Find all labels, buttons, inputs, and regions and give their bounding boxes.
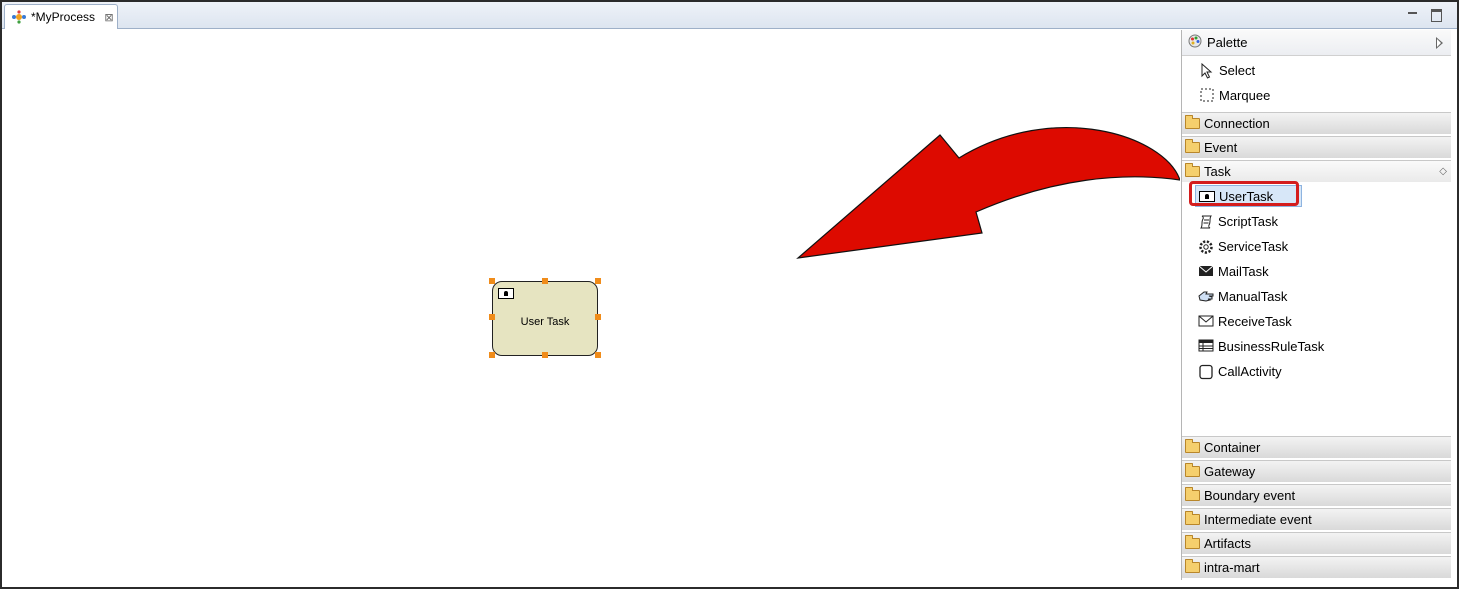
drawer-label: Connection bbox=[1204, 116, 1270, 131]
drawer-intra-mart[interactable]: intra-mart bbox=[1182, 556, 1451, 578]
entry-label: ServiceTask bbox=[1218, 238, 1289, 254]
mail-icon bbox=[1198, 264, 1214, 278]
minimize-icon[interactable] bbox=[1405, 7, 1419, 21]
pointer-icon bbox=[1200, 62, 1214, 79]
user-task-icon bbox=[498, 288, 514, 299]
close-icon[interactable]: ⊠ bbox=[103, 11, 115, 24]
gear-icon bbox=[1198, 239, 1214, 254]
marquee-icon bbox=[1200, 88, 1214, 102]
drawer-label: Container bbox=[1204, 440, 1261, 455]
editor-window: *MyProcess ⊠ User Task Palette Select Ma… bbox=[0, 0, 1459, 589]
drawer-intermediate-event[interactable]: Intermediate event bbox=[1182, 508, 1451, 530]
drawer-label: Intermediate event bbox=[1204, 512, 1312, 527]
diagram-canvas[interactable]: User Task bbox=[4, 30, 1180, 585]
drawer-gateway[interactable]: Gateway bbox=[1182, 460, 1451, 482]
drawer-artifacts[interactable]: Artifacts bbox=[1182, 532, 1451, 554]
palette-title: Palette bbox=[1207, 35, 1248, 50]
highlight-box bbox=[1189, 181, 1299, 206]
folder-open-icon bbox=[1185, 163, 1200, 177]
palette-icon bbox=[1188, 34, 1202, 51]
collapse-palette-icon[interactable] bbox=[1436, 37, 1443, 49]
user-task-label: User Task bbox=[520, 316, 570, 328]
selection-handle[interactable] bbox=[542, 352, 548, 358]
entry-servicetask[interactable]: ServiceTask bbox=[1198, 234, 1288, 258]
drawer-label: Artifacts bbox=[1204, 536, 1251, 551]
drawer-label: intra-mart bbox=[1204, 560, 1260, 575]
call-activity-icon bbox=[1198, 364, 1214, 380]
drawer-event[interactable]: Event bbox=[1182, 136, 1451, 158]
drawer-label: Boundary event bbox=[1204, 488, 1296, 503]
hand-icon bbox=[1198, 289, 1214, 303]
maximize-icon[interactable] bbox=[1429, 7, 1443, 21]
drawer-connection[interactable]: Connection bbox=[1182, 112, 1451, 134]
editor-tab-bar: *MyProcess ⊠ bbox=[2, 2, 1457, 29]
folder-icon bbox=[1185, 115, 1200, 129]
folder-icon bbox=[1185, 535, 1200, 549]
selection-handle[interactable] bbox=[489, 314, 495, 320]
entry-label: ReceiveTask bbox=[1218, 313, 1292, 329]
selection-handle[interactable] bbox=[489, 278, 495, 284]
entry-manualtask[interactable]: ManualTask bbox=[1198, 284, 1287, 308]
tool-marquee-label: Marquee bbox=[1219, 87, 1271, 103]
drawer-label: Gateway bbox=[1204, 464, 1256, 479]
entry-label: ScriptTask bbox=[1218, 213, 1278, 229]
entry-receivetask[interactable]: ReceiveTask bbox=[1198, 309, 1292, 333]
tab-myprocess[interactable]: *MyProcess ⊠ bbox=[4, 4, 118, 29]
folder-icon bbox=[1185, 139, 1200, 153]
folder-icon bbox=[1185, 439, 1200, 453]
folder-icon bbox=[1185, 511, 1200, 525]
selection-handle[interactable] bbox=[595, 352, 601, 358]
table-icon bbox=[1198, 339, 1214, 353]
selection-handle[interactable] bbox=[489, 352, 495, 358]
user-task-shape[interactable]: User Task bbox=[492, 281, 598, 356]
tool-marquee[interactable]: Marquee bbox=[1200, 84, 1270, 106]
drawer-container[interactable]: Container bbox=[1182, 436, 1451, 458]
drawer-boundary-event[interactable]: Boundary event bbox=[1182, 484, 1451, 506]
process-diagram-icon bbox=[11, 9, 27, 25]
entry-callactivity[interactable]: CallActivity bbox=[1198, 359, 1282, 383]
palette-header[interactable]: Palette bbox=[1182, 30, 1451, 56]
entry-mailtask[interactable]: MailTask bbox=[1198, 259, 1269, 283]
folder-icon bbox=[1185, 487, 1200, 501]
selection-handle[interactable] bbox=[595, 278, 601, 284]
entry-label: BusinessRuleTask bbox=[1218, 338, 1325, 354]
folder-icon bbox=[1185, 559, 1200, 573]
selection-handle[interactable] bbox=[595, 314, 601, 320]
window-controls bbox=[1405, 7, 1443, 21]
entry-label: ManualTask bbox=[1218, 288, 1288, 304]
tool-select[interactable]: Select bbox=[1200, 59, 1255, 81]
entry-label: CallActivity bbox=[1218, 363, 1282, 379]
tab-title: *MyProcess bbox=[31, 10, 96, 24]
red-arrow-shape bbox=[796, 127, 1180, 259]
envelope-icon bbox=[1198, 314, 1214, 328]
folder-icon bbox=[1185, 463, 1200, 477]
entry-label: MailTask bbox=[1218, 263, 1269, 279]
tool-select-label: Select bbox=[1219, 62, 1256, 78]
palette-panel: Palette Select Marquee Connection Event … bbox=[1181, 30, 1451, 580]
entry-businessruletask[interactable]: BusinessRuleTask bbox=[1198, 334, 1324, 358]
pin-drawer-icon[interactable]: ◇ bbox=[1439, 166, 1447, 177]
drawer-label: Task bbox=[1204, 164, 1231, 179]
drawer-label: Event bbox=[1204, 140, 1238, 155]
entry-scripttask[interactable]: ScriptTask bbox=[1198, 209, 1278, 233]
selection-handle[interactable] bbox=[542, 278, 548, 284]
script-task-icon bbox=[1198, 214, 1214, 229]
drawer-task[interactable]: Task ◇ bbox=[1182, 160, 1451, 182]
